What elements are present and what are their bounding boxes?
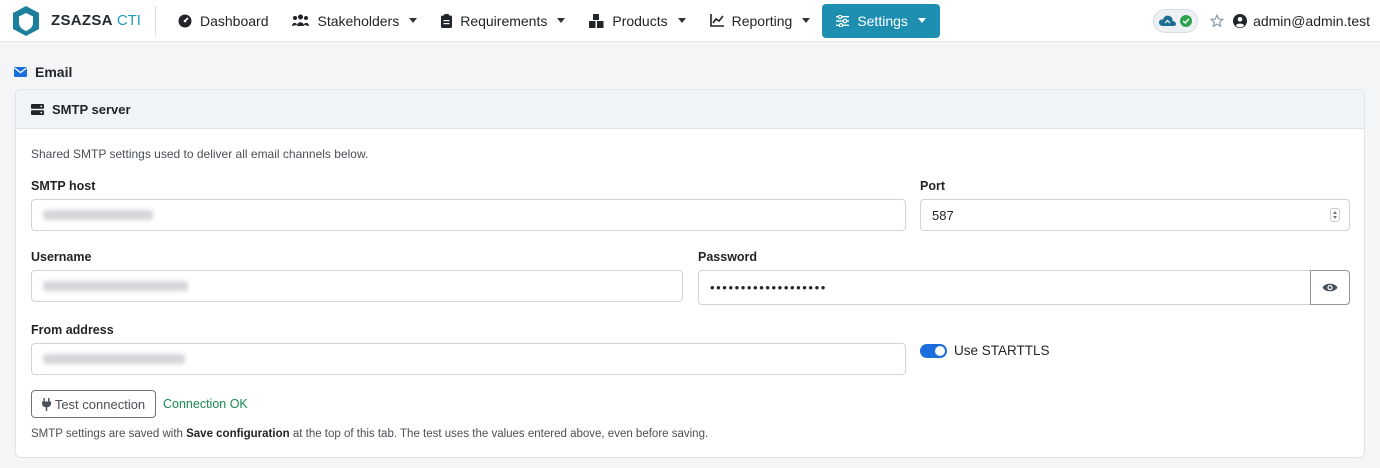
- port-value: 587: [932, 207, 954, 223]
- smtp-host-input[interactable]: [31, 199, 906, 231]
- nav-label: Dashboard: [199, 12, 269, 29]
- redacted-value: [43, 210, 153, 220]
- port-input[interactable]: 587: [920, 199, 1350, 231]
- section-title-email: Email: [14, 64, 72, 80]
- nav-item-products[interactable]: Products: [577, 4, 697, 38]
- smtp-footnote: SMTP settings are saved with Save config…: [31, 428, 709, 440]
- number-spinner-icon[interactable]: [1330, 208, 1340, 222]
- envelope-icon: [14, 67, 27, 77]
- eye-icon: [1322, 283, 1338, 292]
- top-navbar: ZSAZSA CTI Dashboard Stakeholders Requir…: [0, 0, 1380, 42]
- card-title: SMTP server: [52, 101, 131, 117]
- smtp-server-card: SMTP server Shared SMTP settings used to…: [15, 89, 1365, 458]
- shield-logo-icon: [13, 5, 39, 36]
- plug-icon: [41, 397, 51, 411]
- navbar-right: admin@admin.test: [1153, 0, 1370, 42]
- password-value: •••••••••••••••••••: [710, 280, 827, 295]
- user-menu[interactable]: admin@admin.test: [1233, 13, 1370, 29]
- connection-status: Connection OK: [163, 397, 248, 411]
- test-connection-button[interactable]: Test connection: [31, 390, 156, 418]
- from-address-input[interactable]: [31, 343, 906, 375]
- chevron-down-icon: [409, 18, 418, 23]
- from-address-label: From address: [31, 323, 114, 337]
- nav-label: Settings: [857, 12, 908, 29]
- nav-label: Products: [612, 12, 668, 29]
- smtp-host-label: SMTP host: [31, 179, 96, 193]
- chevron-down-icon: [557, 18, 566, 23]
- brand-name: ZSAZSA: [51, 12, 113, 29]
- chevron-down-icon: [802, 18, 811, 23]
- nav-label: Reporting: [731, 12, 793, 29]
- port-label: Port: [920, 179, 945, 193]
- sliders-icon: [836, 14, 850, 27]
- username-label: Username: [31, 250, 92, 264]
- clipboard-icon: [441, 13, 453, 28]
- username-input[interactable]: [31, 270, 683, 302]
- user-email: admin@admin.test: [1253, 13, 1370, 29]
- user-circle-icon: [1233, 14, 1248, 28]
- server-icon: [31, 103, 44, 115]
- tachometer-icon: [178, 14, 192, 27]
- card-header: SMTP server: [16, 90, 1364, 129]
- chevron-down-icon: [677, 18, 686, 23]
- nav-item-settings[interactable]: Settings: [822, 3, 940, 38]
- chart-line-icon: [709, 14, 724, 27]
- nav-item-requirements[interactable]: Requirements: [429, 4, 577, 38]
- sync-status-indicator[interactable]: [1153, 9, 1199, 33]
- navbar-divider: [154, 5, 156, 36]
- nav-item-stakeholders[interactable]: Stakeholders: [280, 4, 429, 38]
- cubes-icon: [589, 13, 604, 28]
- toggle-switch[interactable]: [920, 343, 947, 358]
- show-password-button[interactable]: [1310, 270, 1350, 305]
- test-connection-label: Test connection: [54, 396, 146, 412]
- brand-sub: CTI: [116, 12, 141, 29]
- star-icon[interactable]: [1210, 14, 1225, 28]
- nav-item-reporting[interactable]: Reporting: [698, 4, 823, 38]
- redacted-value: [43, 281, 188, 291]
- section-title-text: Email: [35, 64, 73, 80]
- chevron-down-icon: [917, 18, 926, 23]
- check-circle-icon: [1180, 15, 1193, 27]
- starttls-label: Use STARTTLS: [954, 343, 1050, 358]
- cloud-sync-icon: [1159, 15, 1177, 26]
- nav-label: Stakeholders: [317, 12, 400, 29]
- main-nav: Dashboard Stakeholders Requirements Prod…: [166, 0, 940, 42]
- redacted-value: [43, 354, 185, 364]
- password-input[interactable]: •••••••••••••••••••: [698, 270, 1310, 305]
- brand[interactable]: ZSAZSA CTI: [0, 0, 141, 42]
- users-icon: [292, 14, 310, 26]
- nav-item-dashboard[interactable]: Dashboard: [166, 4, 281, 38]
- password-label: Password: [698, 250, 758, 264]
- starttls-toggle[interactable]: Use STARTTLS: [920, 343, 1050, 358]
- nav-label: Requirements: [460, 12, 548, 29]
- card-intro-text: Shared SMTP settings used to deliver all…: [31, 147, 369, 161]
